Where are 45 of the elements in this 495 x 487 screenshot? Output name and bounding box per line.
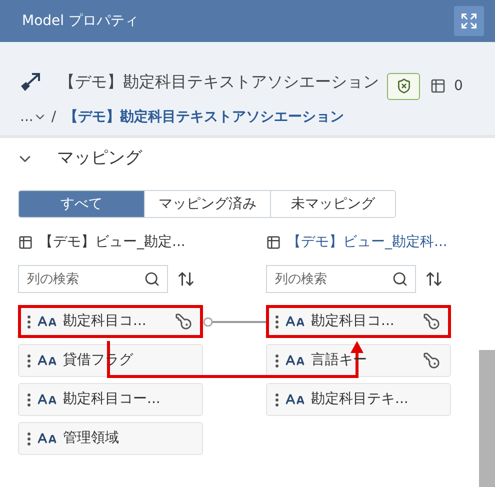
section-title: マッピング	[57, 147, 142, 170]
key-icon	[423, 352, 440, 369]
column-name: 勘定科目コ...	[63, 312, 148, 331]
security-badge	[387, 72, 420, 100]
columns-icon	[430, 78, 446, 94]
scrollbar-thumb[interactable]	[479, 350, 495, 487]
expand-button[interactable]	[454, 6, 484, 36]
drag-handle-icon[interactable]	[275, 314, 279, 328]
breadcrumb-separator: /	[51, 108, 56, 126]
drag-handle-icon[interactable]	[27, 392, 31, 406]
search-icon[interactable]	[392, 271, 408, 287]
table-title[interactable]: 【デモ】ビュー_勘定科...	[287, 232, 448, 252]
column-count: 0	[454, 76, 463, 96]
column-name: 勘定科目テキ...	[311, 390, 410, 409]
column-item[interactable]: 勘定科目コ...	[18, 305, 203, 338]
column-name: 勘定科目コー...	[63, 390, 162, 409]
association-icon	[20, 72, 42, 92]
column-name: 管理領域	[63, 429, 120, 448]
column-item[interactable]: 勘定科目コー...	[18, 383, 203, 416]
drag-handle-icon[interactable]	[275, 392, 279, 406]
key-icon	[175, 313, 192, 330]
drag-handle-icon[interactable]	[27, 354, 31, 368]
filter-tab[interactable]: 未マッピング	[270, 191, 395, 217]
sort-icon[interactable]	[177, 270, 195, 288]
breadcrumb-current: 【デモ】勘定科目テキストアソシエーション	[64, 108, 344, 126]
column-item[interactable]: 管理領域	[18, 422, 203, 455]
table-icon	[266, 234, 281, 250]
column-item[interactable]: 勘定科目テキ...	[266, 383, 451, 416]
drag-handle-icon[interactable]	[27, 314, 31, 328]
column-name: 勘定科目コ...	[311, 312, 396, 331]
table-icon	[18, 234, 33, 250]
drag-handle-icon[interactable]	[27, 432, 31, 446]
search-icon[interactable]	[144, 271, 160, 287]
search-field[interactable]: 列の検索	[18, 265, 168, 293]
sort-icon[interactable]	[425, 270, 443, 288]
key-icon	[423, 313, 440, 330]
expand-icon	[460, 12, 478, 30]
object-title: 【デモ】勘定科目テキストアソシエーション	[59, 71, 379, 93]
breadcrumb-ellipsis[interactable]: ...	[20, 106, 34, 128]
drag-handle-icon[interactable]	[275, 354, 279, 368]
filter-tab[interactable]: すべて	[19, 191, 144, 217]
column-item[interactable]: 勘定科目コ...	[266, 305, 451, 338]
panel-title: Model プロパティ	[22, 12, 138, 30]
table-title: 【デモ】ビュー_勘定...	[39, 232, 186, 252]
search-field[interactable]: 列の検索	[266, 265, 416, 293]
